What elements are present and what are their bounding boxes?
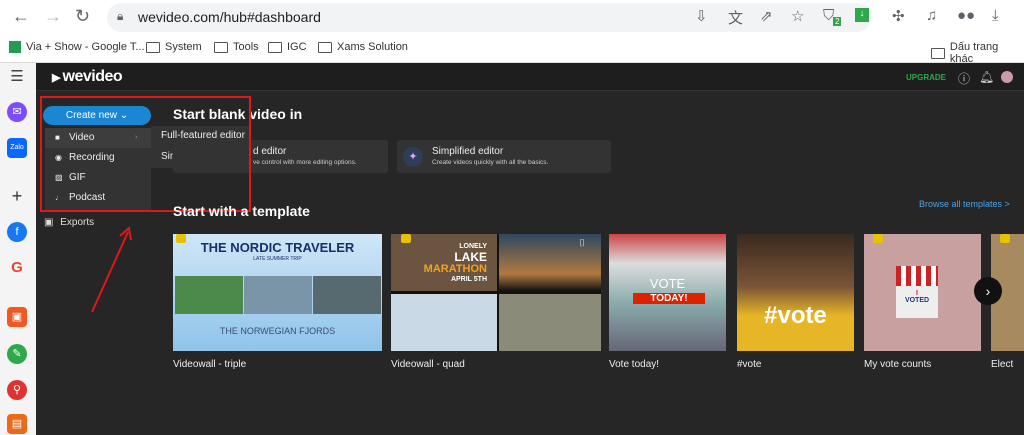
- template-heading: Start with a template: [173, 203, 310, 219]
- thumb-text: I: [916, 290, 918, 297]
- premium-crown-icon: [176, 234, 186, 243]
- carousel-next-button[interactable]: ›: [974, 277, 1002, 305]
- premium-crown-icon: [401, 234, 411, 243]
- thumb-text: APRIL 5TH: [450, 276, 487, 283]
- template-label: Videowall - quad: [391, 359, 465, 370]
- template-label: My vote counts: [864, 359, 932, 370]
- thumb-text: VOTE: [649, 276, 686, 291]
- thumb-text: MARATHON: [423, 263, 487, 275]
- template-label: Vote today!: [609, 359, 660, 370]
- template-label: #vote: [737, 359, 762, 370]
- premium-crown-icon: [873, 234, 883, 243]
- template-videowall-triple[interactable]: THE NORDIC TRAVELER LATE SUMMER TRIP THE…: [173, 234, 382, 351]
- premium-crown-icon: [1000, 234, 1010, 243]
- template-hashtag-vote[interactable]: #vote: [737, 234, 854, 351]
- template-vote-today[interactable]: VOTE TODAY!: [609, 234, 726, 351]
- thumb-caption: THE NORWEGIAN FJORDS: [219, 326, 336, 336]
- template-label: Videowall - triple: [173, 359, 247, 370]
- template-my-vote-counts[interactable]: I VOTED: [864, 234, 981, 351]
- thumb-text: #vote: [764, 302, 827, 329]
- thumb-title: THE NORDIC TRAVELER: [200, 240, 355, 255]
- template-videowall-quad[interactable]: LONELY LAKE MARATHON APRIL 5TH ⌷: [391, 234, 601, 351]
- camera-icon: ⌷: [579, 238, 585, 249]
- browse-all-templates-link[interactable]: Browse all templates >: [919, 199, 1010, 209]
- template-label: Elect: [991, 359, 1014, 370]
- thumb-text: LAKE: [454, 250, 487, 264]
- thumb-subtitle: LATE SUMMER TRIP: [253, 256, 302, 262]
- thumb-text: VOTED: [904, 297, 930, 304]
- thumb-text: TODAY!: [633, 293, 705, 304]
